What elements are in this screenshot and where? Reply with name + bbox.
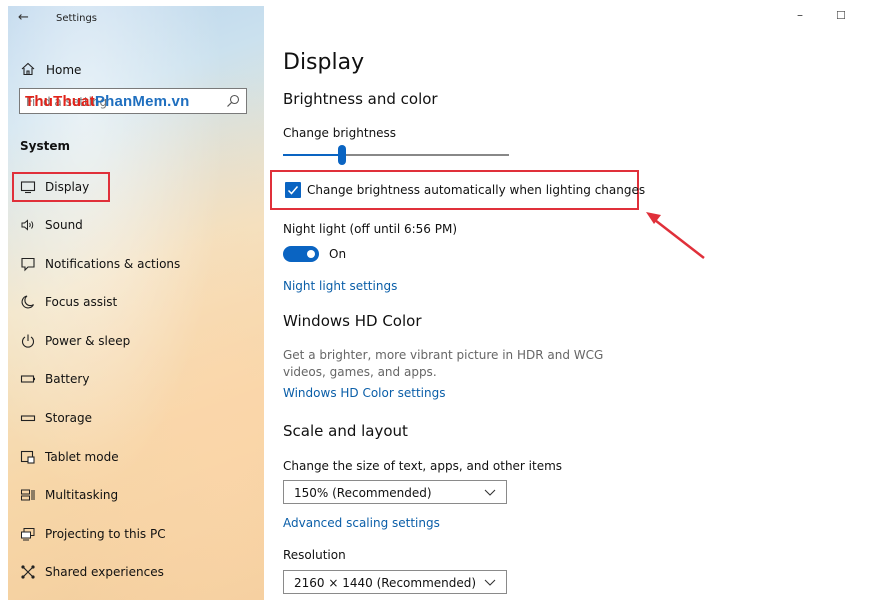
night-light-toggle[interactable]: [283, 246, 319, 262]
sidebar-item-battery[interactable]: Battery: [8, 364, 264, 394]
sidebar-item-storage[interactable]: Storage: [8, 403, 264, 433]
power-icon: [21, 334, 35, 348]
shared-icon: [21, 565, 35, 579]
sidebar-item-tablet-mode[interactable]: Tablet mode: [8, 442, 264, 472]
slider-fill: [283, 154, 342, 156]
chevron-down-icon: [484, 489, 496, 496]
scale-dropdown[interactable]: 150% (Recommended): [283, 480, 507, 504]
brightness-heading: Brightness and color: [283, 90, 438, 108]
sidebar: ← Settings Home ThuThuatPhanMem.vn Syste…: [8, 6, 264, 600]
advanced-scaling-link[interactable]: Advanced scaling settings: [283, 516, 440, 530]
home-icon: [21, 62, 35, 76]
size-label: Change the size of text, apps, and other…: [283, 459, 563, 473]
title-bar: ← Settings: [8, 6, 264, 32]
sidebar-item-label: Storage: [45, 411, 92, 425]
back-arrow-icon[interactable]: ←: [18, 10, 29, 25]
brightness-slider[interactable]: [283, 145, 509, 165]
home-item[interactable]: Home: [8, 56, 264, 84]
brightness-slider-label: Change brightness: [283, 126, 397, 140]
app-title: Settings: [56, 13, 98, 24]
projecting-icon: [21, 528, 35, 541]
sidebar-item-label: Tablet mode: [45, 450, 119, 464]
search-icon[interactable]: [226, 94, 240, 108]
scale-dropdown-value: 150% (Recommended): [294, 486, 432, 500]
sidebar-item-notifications[interactable]: Notifications & actions: [8, 249, 264, 279]
night-light-state: On: [329, 247, 347, 261]
sidebar-item-power-sleep[interactable]: Power & sleep: [8, 326, 264, 356]
sidebar-item-label: Multitasking: [45, 488, 119, 502]
search-box[interactable]: ThuThuatPhanMem.vn: [19, 88, 247, 114]
scale-heading: Scale and layout: [283, 422, 408, 440]
moon-icon: [21, 295, 34, 309]
main-content: Display Brightness and color Change brig…: [264, 0, 873, 600]
hdr-description: Get a brighter, more vibrant picture in …: [283, 348, 604, 379]
sidebar-item-focus-assist[interactable]: Focus assist: [8, 287, 264, 317]
monitor-icon: [20, 181, 36, 194]
sidebar-item-label: Battery: [45, 372, 90, 386]
night-light-settings-link[interactable]: Night light settings: [283, 279, 397, 293]
auto-brightness-checkbox[interactable]: [285, 182, 301, 198]
page-title: Display: [283, 50, 365, 75]
sidebar-item-label: Power & sleep: [45, 334, 131, 348]
multitasking-icon: [21, 489, 35, 501]
hdr-heading: Windows HD Color: [283, 312, 422, 330]
sidebar-item-multitasking[interactable]: Multitasking: [8, 480, 264, 510]
notification-icon: [21, 257, 35, 272]
sidebar-item-projecting[interactable]: Projecting to this PC: [8, 519, 264, 549]
section-title-system: System: [20, 139, 70, 153]
night-light-label: Night light (off until 6:56 PM): [283, 222, 457, 236]
sidebar-item-label: Display: [45, 180, 90, 194]
checkmark-icon: [287, 186, 299, 195]
search-input[interactable]: [24, 91, 218, 113]
resolution-dropdown-value: 2160 × 1440 (Recommended): [294, 576, 477, 590]
sidebar-item-label: Projecting to this PC: [45, 527, 166, 541]
resolution-label: Resolution: [283, 548, 346, 562]
sidebar-item-shared-experiences[interactable]: Shared experiences: [8, 557, 264, 587]
storage-icon: [20, 415, 36, 422]
chevron-down-icon: [484, 579, 496, 586]
battery-icon: [20, 375, 35, 383]
resolution-dropdown[interactable]: 2160 × 1440 (Recommended): [283, 570, 507, 594]
tablet-icon: [20, 450, 35, 464]
hdr-settings-link[interactable]: Windows HD Color settings: [283, 386, 445, 400]
sidebar-item-sound[interactable]: Sound: [8, 210, 264, 240]
home-label: Home: [46, 63, 82, 77]
sidebar-item-label: Sound: [45, 218, 83, 232]
speaker-icon: [21, 219, 34, 231]
sidebar-item-label: Shared experiences: [45, 565, 164, 579]
auto-brightness-row[interactable]: Change brightness automatically when lig…: [270, 170, 645, 210]
slider-thumb[interactable]: [338, 145, 346, 165]
toggle-knob: [307, 250, 315, 258]
sidebar-item-display[interactable]: Display: [8, 172, 264, 202]
auto-brightness-label: Change brightness automatically when lig…: [307, 183, 646, 197]
sidebar-item-label: Focus assist: [45, 295, 118, 309]
sidebar-item-label: Notifications & actions: [45, 257, 181, 271]
